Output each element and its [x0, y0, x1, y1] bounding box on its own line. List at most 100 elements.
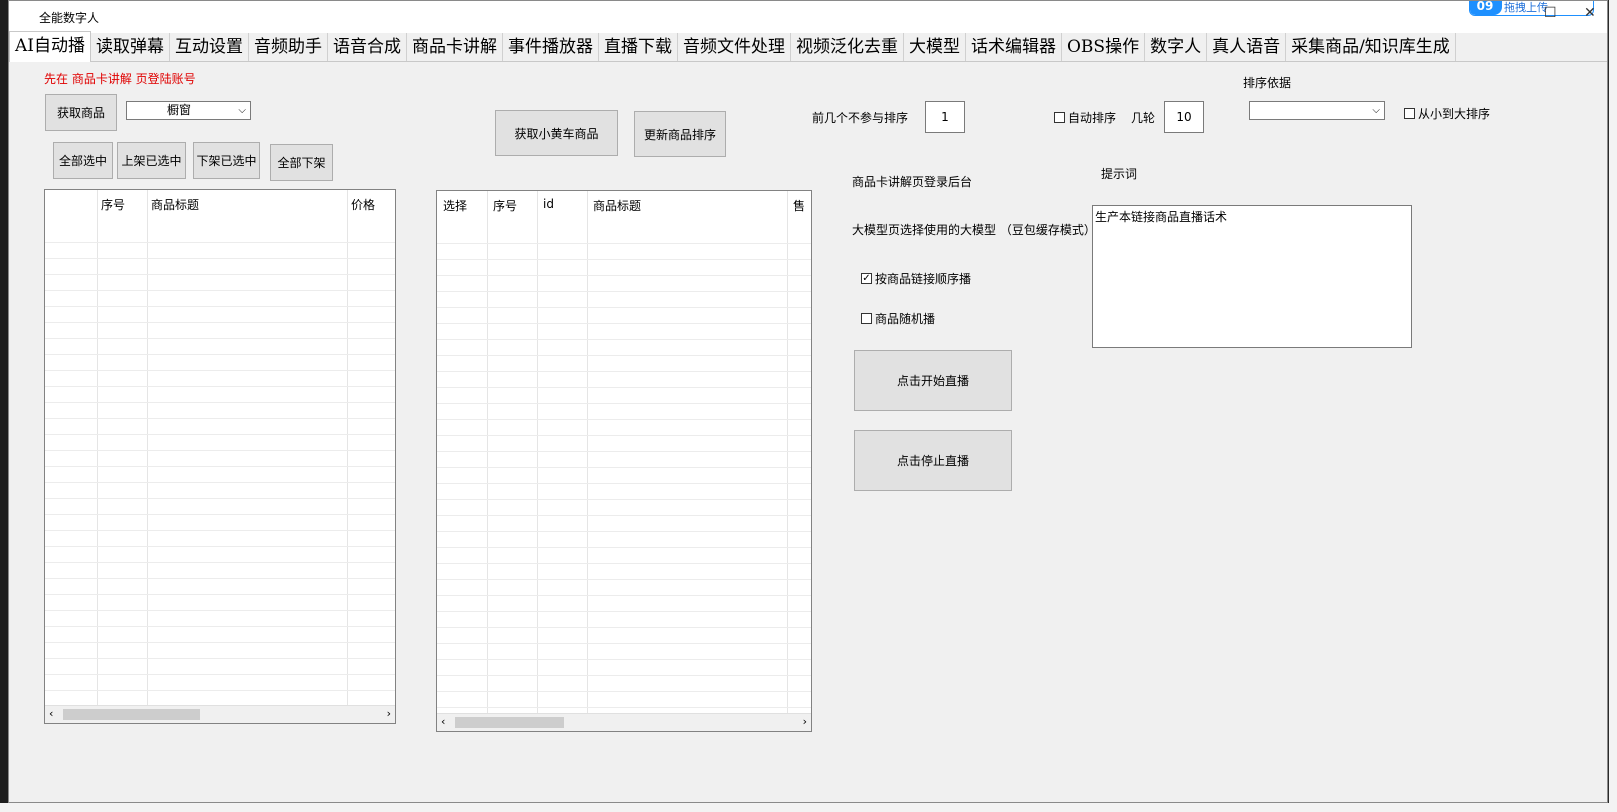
tab-audio-file-processing[interactable]: 音频文件处理 — [678, 33, 791, 61]
tab-event-player[interactable]: 事件播放器 — [503, 33, 599, 61]
grid-row-line — [437, 435, 811, 436]
grid-row-line — [437, 259, 811, 260]
scroll-left-icon[interactable]: ‹ — [441, 715, 445, 728]
column-header-id[interactable]: id — [543, 197, 554, 211]
auto-sort-checkbox[interactable]: 自动排序 — [1054, 109, 1116, 126]
column-header-title[interactable]: 商品标题 — [151, 196, 199, 213]
scroll-right-icon[interactable]: › — [387, 707, 391, 720]
grid-row-line — [437, 467, 811, 468]
upload-badge: 09 — [1470, 1, 1502, 15]
tab-live-download[interactable]: 直播下载 — [599, 33, 678, 61]
close-icon[interactable]: ✕ — [1584, 5, 1596, 21]
grid-row-line — [437, 675, 811, 676]
grid-row-line — [45, 498, 395, 499]
order-play-checkbox[interactable]: ✓ 按商品链接顺序播 — [861, 270, 971, 287]
select-all-button[interactable]: 全部选中 — [53, 142, 113, 179]
login-notice: 先在 商品卡讲解 页登陆账号 — [44, 72, 196, 86]
order-play-label: 按商品链接顺序播 — [875, 272, 972, 286]
column-header-index[interactable]: 序号 — [101, 196, 125, 213]
tab-real-voice[interactable]: 真人语音 — [1207, 33, 1287, 61]
horizontal-scrollbar[interactable]: ‹ › — [437, 713, 811, 731]
grid-row-line — [437, 323, 811, 324]
grid-row-line — [437, 547, 811, 548]
unlist-selected-button[interactable]: 下架已选中 — [193, 142, 260, 179]
scrollbar-thumb[interactable] — [63, 709, 200, 720]
column-header-select[interactable]: 选择 — [443, 197, 467, 214]
grid-row-line — [437, 355, 811, 356]
maximize-icon[interactable]: ☐ — [1544, 5, 1557, 21]
grid-row-line — [437, 483, 811, 484]
unlist-all-button[interactable]: 全部下架 — [270, 144, 333, 181]
stop-live-button[interactable]: 点击停止直播 — [854, 430, 1012, 491]
scrollbar-thumb[interactable] — [455, 717, 564, 728]
grid-row-line — [45, 450, 395, 451]
upload-widget[interactable]: 09 拖拽上传 — [1469, 1, 1594, 16]
grid-row-line — [437, 419, 811, 420]
tab-collect-products[interactable]: 采集商品/知识库生成 — [1286, 33, 1456, 61]
grid-row-line — [437, 611, 811, 612]
tab-interaction-settings[interactable]: 互动设置 — [170, 33, 249, 61]
desktop-background-bottom — [0, 803, 1617, 812]
tab-large-model[interactable]: 大模型 — [904, 33, 966, 61]
grid-row-line — [45, 690, 395, 691]
prompt-textarea[interactable]: 生产本链接商品直播话术 — [1092, 205, 1412, 348]
grid-row-line — [437, 563, 811, 564]
sort-by-select[interactable]: ⌵ — [1249, 101, 1385, 120]
grid-row-line — [45, 626, 395, 627]
yellow-cart-grid[interactable]: 选择 序号 id 商品标题 售 ‹ › — [436, 190, 812, 732]
tab-obs[interactable]: OBS操作 — [1062, 33, 1146, 61]
grid-row-line — [45, 418, 395, 419]
grid-row-line — [45, 354, 395, 355]
chevron-down-icon: ⌵ — [238, 105, 246, 116]
grid-row-line — [45, 514, 395, 515]
list-selected-button[interactable]: 上架已选中 — [117, 142, 186, 179]
grid-row-line — [437, 531, 811, 532]
tab-script-editor[interactable]: 话术编辑器 — [966, 33, 1062, 61]
random-play-checkbox[interactable]: 商品随机播 — [861, 310, 935, 327]
tab-ai-auto-play[interactable]: AI自动播 — [9, 31, 91, 62]
grid-column-divider — [487, 191, 488, 713]
column-header-sales[interactable]: 售 — [793, 197, 805, 214]
product-grid[interactable]: 序号 商品标题 价格 ‹ › — [44, 189, 396, 724]
grid-row-line — [45, 610, 395, 611]
horizontal-scrollbar[interactable]: ‹ › — [45, 705, 395, 723]
title-bar: 全能数字人 09 拖拽上传 ☐ ✕ — [9, 1, 1607, 33]
random-play-label: 商品随机播 — [875, 312, 936, 326]
grid-row-line — [437, 387, 811, 388]
grid-row-line — [437, 659, 811, 660]
grid-row-line — [437, 515, 811, 516]
grid-row-line — [437, 627, 811, 628]
column-header-title[interactable]: 商品标题 — [593, 197, 641, 214]
grid-row-line — [437, 339, 811, 340]
grid-row-line — [437, 499, 811, 500]
grid-row-line — [45, 434, 395, 435]
login-hint: 商品卡讲解页登录后台 — [852, 175, 973, 189]
skip-first-input[interactable]: 1 — [925, 101, 965, 133]
rounds-input[interactable]: 10 — [1164, 101, 1204, 133]
grid-column-divider — [97, 190, 98, 705]
tab-video-dedup[interactable]: 视频泛化去重 — [791, 33, 904, 61]
tab-product-card[interactable]: 商品卡讲解 — [407, 33, 503, 61]
grid-row-line — [437, 403, 811, 404]
ascending-checkbox[interactable]: 从小到大排序 — [1404, 105, 1490, 122]
grid-row-line — [45, 338, 395, 339]
tab-bar: AI自动播 读取弹幕 互动设置 音频助手 语音合成 商品卡讲解 事件播放器 直播下载 音频文件处… — [9, 31, 1607, 62]
grid-row-line — [45, 370, 395, 371]
update-sort-button[interactable]: 更新商品排序 — [634, 111, 726, 157]
column-header-price[interactable]: 价格 — [351, 196, 375, 213]
random-play-checkbox-box — [861, 313, 872, 324]
get-products-button[interactable]: 获取商品 — [45, 94, 117, 131]
tab-speech-synthesis[interactable]: 语音合成 — [328, 33, 407, 61]
tab-audio-assistant[interactable]: 音频助手 — [249, 33, 328, 61]
get-yellow-cart-button[interactable]: 获取小黄车商品 — [495, 110, 618, 156]
grid-row-line — [45, 466, 395, 467]
desktop-background-right — [1609, 0, 1617, 812]
column-header-index[interactable]: 序号 — [493, 197, 517, 214]
tab-digital-human[interactable]: 数字人 — [1145, 33, 1208, 61]
start-live-button[interactable]: 点击开始直播 — [854, 350, 1012, 411]
tab-read-danmaku[interactable]: 读取弹幕 — [91, 33, 170, 61]
prompt-label: 提示词 — [1101, 167, 1138, 181]
source-select[interactable]: 橱窗 ⌵ — [126, 101, 251, 120]
scroll-right-icon[interactable]: › — [803, 715, 807, 728]
scroll-left-icon[interactable]: ‹ — [49, 707, 53, 720]
